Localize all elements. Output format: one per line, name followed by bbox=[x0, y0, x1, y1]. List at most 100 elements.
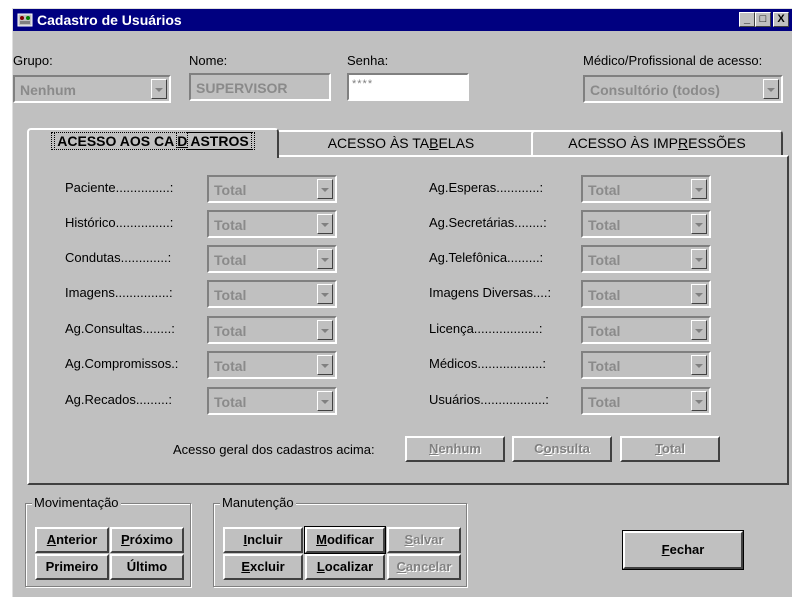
access-level-combo[interactable]: Total bbox=[207, 175, 337, 203]
chevron-down-icon[interactable] bbox=[691, 214, 707, 234]
tab-acesso-tabelas[interactable]: ACESSO ÀS TABELAS bbox=[261, 130, 541, 156]
medico-label: Médico/Profissional de acesso: bbox=[583, 53, 763, 68]
field-label: Ag.Secretárias........: bbox=[429, 215, 547, 230]
total-button[interactable]: Total bbox=[620, 436, 720, 462]
field-label: Usuários..................: bbox=[429, 392, 549, 407]
tab-label: ACESSO ÀS IMPRESSÕES bbox=[568, 135, 746, 151]
access-level-value: Total bbox=[588, 217, 621, 233]
access-level-combo[interactable]: Total bbox=[207, 387, 337, 415]
tab-acesso-cadastros[interactable]: ACESSO AOS CA D ASTROS bbox=[27, 128, 279, 158]
field-label: Condutas.............: bbox=[65, 250, 172, 265]
field-label: Imagens...............: bbox=[65, 285, 173, 300]
senha-field[interactable]: **** bbox=[347, 73, 469, 101]
access-level-value: Total bbox=[588, 287, 621, 303]
grupo-label: Grupo: bbox=[13, 53, 53, 68]
anterior-button[interactable]: Anterior bbox=[35, 527, 109, 553]
access-level-value: Total bbox=[588, 252, 621, 268]
minimize-icon: _ bbox=[743, 13, 751, 25]
nome-value: SUPERVISOR bbox=[196, 80, 288, 96]
minimize-button[interactable]: _ bbox=[739, 12, 755, 27]
field-label: Paciente...............: bbox=[65, 180, 174, 195]
fechar-button[interactable]: Fechar bbox=[622, 530, 744, 570]
medico-combo[interactable]: Consultório (todos) bbox=[583, 75, 783, 103]
field-label: Histórico...............: bbox=[65, 215, 174, 230]
app-icon bbox=[17, 13, 33, 27]
window-title: Cadastro de Usuários bbox=[37, 12, 182, 28]
chevron-down-icon[interactable] bbox=[317, 284, 333, 304]
nome-label: Nome: bbox=[189, 53, 228, 68]
access-level-combo[interactable]: Total bbox=[581, 387, 711, 415]
access-level-value: Total bbox=[588, 323, 621, 339]
access-level-value: Total bbox=[588, 182, 621, 198]
close-button[interactable]: X bbox=[773, 12, 789, 27]
access-level-value: Total bbox=[588, 358, 621, 374]
close-icon: X bbox=[777, 13, 785, 25]
access-level-combo[interactable]: Total bbox=[207, 280, 337, 308]
excluir-button[interactable]: Excluir bbox=[223, 554, 303, 580]
access-level-combo[interactable]: Total bbox=[581, 351, 711, 379]
field-label: Ag.Compromissos.: bbox=[65, 356, 179, 371]
localizar-button[interactable]: Localizar bbox=[305, 554, 385, 580]
chevron-down-icon[interactable] bbox=[317, 179, 333, 199]
grupo-combo[interactable]: Nenhum bbox=[13, 75, 171, 103]
modificar-button[interactable]: Modificar bbox=[304, 526, 386, 554]
access-level-value: Total bbox=[214, 252, 247, 268]
access-level-combo[interactable]: Total bbox=[207, 245, 337, 273]
access-level-combo[interactable]: Total bbox=[581, 210, 711, 238]
access-level-combo[interactable]: Total bbox=[207, 210, 337, 238]
movimentacao-label: Movimentação bbox=[32, 495, 121, 510]
grupo-value: Nenhum bbox=[20, 82, 76, 98]
tab-acesso-impressoes[interactable]: ACESSO ÀS IMPRESSÕES bbox=[531, 130, 783, 156]
access-level-value: Total bbox=[214, 394, 247, 410]
cadastro-usuarios-window: Cadastro de Usuários _ □ X Grupo: Nenhum… bbox=[12, 8, 792, 597]
chevron-down-icon[interactable] bbox=[763, 79, 779, 99]
manutencao-label: Manutenção bbox=[220, 495, 296, 510]
chevron-down-icon[interactable] bbox=[317, 214, 333, 234]
access-level-value: Total bbox=[214, 287, 247, 303]
chevron-down-icon[interactable] bbox=[317, 249, 333, 269]
chevron-down-icon[interactable] bbox=[317, 355, 333, 375]
access-level-value: Total bbox=[588, 394, 621, 410]
access-level-combo[interactable]: Total bbox=[581, 245, 711, 273]
senha-value: **** bbox=[352, 78, 374, 90]
access-level-combo[interactable]: Total bbox=[581, 316, 711, 344]
chevron-down-icon[interactable] bbox=[317, 320, 333, 340]
acesso-geral-label: Acesso geral dos cadastros acima: bbox=[173, 442, 375, 457]
nome-field[interactable]: SUPERVISOR bbox=[189, 73, 331, 101]
incluir-button[interactable]: Incluir bbox=[223, 527, 303, 553]
chevron-down-icon[interactable] bbox=[691, 284, 707, 304]
chevron-down-icon[interactable] bbox=[691, 320, 707, 340]
field-label: Médicos..................: bbox=[429, 356, 547, 371]
access-level-value: Total bbox=[214, 358, 247, 374]
proximo-button[interactable]: Próximo bbox=[110, 527, 184, 553]
access-level-combo[interactable]: Total bbox=[207, 316, 337, 344]
chevron-down-icon[interactable] bbox=[317, 391, 333, 411]
access-level-combo[interactable]: Total bbox=[581, 175, 711, 203]
maximize-icon: □ bbox=[759, 13, 767, 25]
title-bar: Cadastro de Usuários _ □ X bbox=[13, 9, 792, 31]
primeiro-button[interactable]: Primeiro bbox=[35, 554, 109, 580]
chevron-down-icon[interactable] bbox=[691, 355, 707, 375]
nenhum-button[interactable]: Nenhum bbox=[405, 436, 505, 462]
tab-label: ACESSO AOS CA D ASTROS bbox=[51, 132, 255, 150]
access-level-combo[interactable]: Total bbox=[581, 280, 711, 308]
ultimo-button[interactable]: Último bbox=[110, 554, 184, 580]
medico-value: Consultório (todos) bbox=[590, 82, 720, 98]
field-label: Ag.Esperas............: bbox=[429, 180, 544, 195]
access-level-value: Total bbox=[214, 323, 247, 339]
access-level-combo[interactable]: Total bbox=[207, 351, 337, 379]
field-label: Imagens Diversas....: bbox=[429, 285, 552, 300]
field-label: Ag.Telefônica.........: bbox=[429, 250, 544, 265]
chevron-down-icon[interactable] bbox=[691, 179, 707, 199]
consulta-button[interactable]: Consulta bbox=[512, 436, 612, 462]
chevron-down-icon[interactable] bbox=[151, 79, 167, 99]
chevron-down-icon[interactable] bbox=[691, 249, 707, 269]
tab-label: ACESSO ÀS TABELAS bbox=[327, 135, 475, 151]
field-label: Ag.Consultas........: bbox=[65, 321, 175, 336]
maximize-button[interactable]: □ bbox=[755, 12, 771, 27]
cancelar-button[interactable]: Cancelar bbox=[387, 554, 461, 580]
field-label: Ag.Recados.........: bbox=[65, 392, 172, 407]
chevron-down-icon[interactable] bbox=[691, 391, 707, 411]
access-level-value: Total bbox=[214, 217, 247, 233]
salvar-button[interactable]: Salvar bbox=[387, 527, 461, 553]
